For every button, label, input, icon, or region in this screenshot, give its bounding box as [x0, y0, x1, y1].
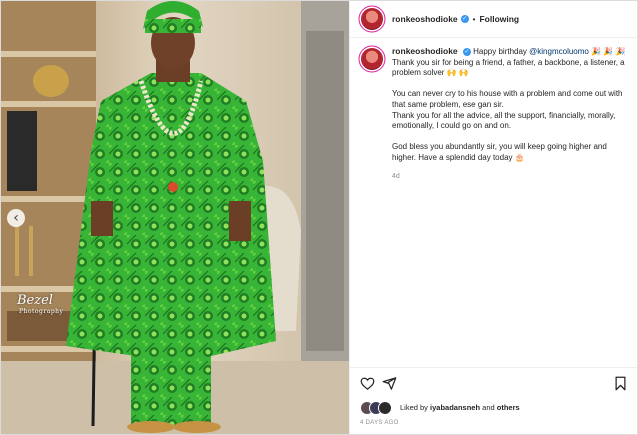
- caption: ronkeoshodioke ✓ Happy birthday @kingmco…: [361, 46, 631, 182]
- bookmark-icon[interactable]: [613, 376, 628, 391]
- caption-body: ronkeoshodioke ✓ Happy birthday @kingmco…: [392, 46, 631, 182]
- caption-emoji: 🎉 🎉 🎉: [588, 47, 626, 56]
- watermark-text: Bezel: [17, 293, 53, 308]
- liker-avatar: [378, 401, 392, 415]
- previous-image-button[interactable]: ‹: [7, 209, 25, 227]
- liked-by-label: Liked by: [400, 402, 428, 412]
- likes-connector: and: [482, 402, 495, 412]
- caption-line-1: ronkeoshodioke ✓ Happy birthday @kingmco…: [392, 46, 631, 58]
- caption-text: Happy birthday: [473, 47, 530, 56]
- author-username[interactable]: ronkeoshodioke: [392, 14, 458, 24]
- caption-line-3: You can never cry to his house with a pr…: [392, 89, 623, 109]
- heart-icon[interactable]: [360, 376, 375, 391]
- post-modal: ‹ Bezel Photography ronkeoshodioke ✓ • F…: [0, 0, 638, 435]
- caption-line-2: Thank you sir for being a friend, a fath…: [392, 57, 625, 78]
- post-details-panel: ronkeoshodioke ✓ • Following ronkeoshodi…: [349, 1, 637, 434]
- post-header: ronkeoshodioke ✓ • Following: [350, 1, 637, 38]
- caption-username[interactable]: ronkeoshodioke: [392, 46, 458, 56]
- post-image[interactable]: ‹ Bezel Photography: [1, 1, 349, 434]
- verified-badge-icon: ✓: [460, 15, 469, 23]
- photographer-watermark: Bezel Photography: [17, 293, 63, 315]
- caption-author-avatar[interactable]: [361, 48, 383, 70]
- following-button[interactable]: Following: [479, 14, 519, 24]
- caption-line-4: Thank you for all the advice, all the su…: [392, 110, 616, 131]
- liker-avatars[interactable]: [360, 400, 400, 415]
- watermark-subtext: Photography: [19, 308, 64, 315]
- caption-timestamp[interactable]: 4d: [392, 172, 631, 183]
- chevron-left-icon: ‹: [13, 210, 19, 226]
- likes-others-link[interactable]: others: [497, 403, 520, 412]
- post-date: 4 DAYS AGO: [360, 420, 399, 426]
- header-separator: •: [472, 14, 476, 24]
- post-actions: Liked by iyabadansneh and others 4 DAYS …: [350, 367, 637, 434]
- caption-line-5: God bless you abundantly sir, you will k…: [392, 142, 607, 162]
- likes-summary: Liked by iyabadansneh and others: [360, 400, 520, 415]
- photo-illustration: [1, 1, 349, 434]
- share-icon[interactable]: [382, 376, 397, 391]
- action-icons: [360, 376, 628, 392]
- mention-link[interactable]: @kingmcoluomo: [529, 47, 589, 56]
- verified-badge-icon: ✓: [462, 47, 471, 56]
- author-avatar[interactable]: [361, 8, 383, 30]
- liker-username[interactable]: iyabadansneh: [430, 403, 480, 412]
